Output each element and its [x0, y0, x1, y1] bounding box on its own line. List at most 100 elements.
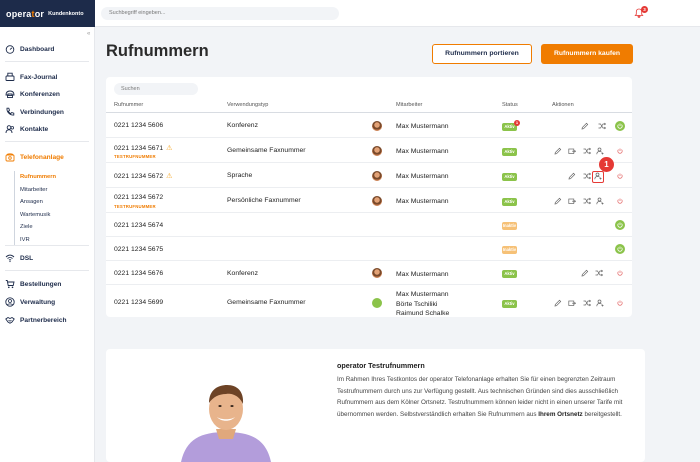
status-notice-badge[interactable]: 1 [514, 120, 520, 126]
table-row[interactable]: 0221 1234 5671 ⚠ TESTRUFNUMMER Gemeinsame… [106, 138, 632, 163]
forward-icon[interactable] [583, 197, 591, 205]
row-number: 0221 1234 5675 [114, 246, 164, 253]
fax-icon [5, 72, 15, 81]
buy-numbers-button[interactable]: Rufnummern kaufen [541, 44, 633, 64]
row-type: Gemeinsame Faxnummer [227, 147, 306, 154]
avatar [372, 196, 382, 206]
test-number-tag: TESTRUFNUMMER [114, 204, 156, 209]
sidebar-item-fax-journal[interactable]: Fax-Journal [5, 72, 57, 82]
row-type: Sprache [227, 172, 253, 179]
row-employee: Max Mustermann [396, 198, 449, 205]
test-numbers-info-card: operator Testrufnummern Im Rahmen Ihres … [106, 349, 645, 462]
status-badge: Aktiv [502, 300, 517, 308]
status-badge: Aktiv [502, 173, 517, 181]
sidebar-item-dsl[interactable]: DSL [5, 253, 33, 263]
power-on-icon[interactable] [615, 220, 625, 230]
row-number: 0221 1234 5676 [114, 270, 164, 277]
row-employee: Max Mustermann [396, 173, 449, 180]
edit-icon[interactable] [568, 172, 576, 180]
phone-system-icon [5, 153, 15, 162]
column-header-status[interactable]: Status [502, 102, 518, 108]
submenu-item-rufnummern[interactable]: Rufnummern [20, 171, 56, 184]
assign-user-icon[interactable] [596, 147, 604, 155]
sidebar-item-partnerbereich[interactable]: Partnerbereich [5, 315, 67, 325]
sidebar: « Dashboard Fax-Journal Konferenzen Verb… [0, 27, 95, 462]
fax-forward-icon[interactable] [568, 147, 576, 155]
status-badge: Aktiv [502, 198, 517, 206]
table-row[interactable]: 0221 1234 5674 Inaktiv [106, 213, 632, 237]
page-title: Rufnummern [106, 42, 209, 60]
power-off-icon[interactable] [615, 268, 625, 278]
edit-icon[interactable] [554, 147, 562, 155]
dashboard-icon [5, 45, 15, 54]
table-row[interactable]: 0221 1234 5699 Gemeinsame Faxnummer Max … [106, 285, 632, 317]
sidebar-item-dashboard[interactable]: Dashboard [5, 44, 54, 54]
table-row[interactable]: 0221 1234 5676 Konferenz Max Mustermann … [106, 261, 632, 285]
fax-forward-icon[interactable] [568, 299, 576, 307]
forward-icon[interactable] [583, 147, 591, 155]
column-header-employee[interactable]: Mitarbeiter [396, 102, 422, 108]
edit-icon[interactable] [581, 269, 589, 277]
submenu-item-ansagen[interactable]: Ansagen [20, 196, 56, 209]
row-number: 0221 1234 5671 ⚠ [114, 145, 173, 152]
sidebar-item-verwaltung[interactable]: Verwaltung [5, 297, 55, 307]
divider [5, 270, 89, 271]
avatar [372, 146, 382, 156]
edit-icon[interactable] [554, 197, 562, 205]
port-numbers-button[interactable]: Rufnummern portieren [432, 44, 532, 64]
avatar [372, 171, 382, 181]
sidebar-item-verbindungen[interactable]: Verbindungen [5, 107, 64, 117]
table-row[interactable]: 0221 1234 5672 TESTRUFNUMMER Persönliche… [106, 188, 632, 213]
group-avatar [372, 298, 382, 308]
submenu-item-ziele[interactable]: Ziele [20, 221, 56, 234]
brand-subtitle: Kundenkonto [48, 10, 84, 17]
notification-badge: 3 [641, 6, 648, 13]
row-type: Gemeinsame Faxnummer [227, 299, 306, 306]
power-on-icon[interactable] [615, 121, 625, 131]
assign-user-icon[interactable] [596, 197, 604, 205]
brand[interactable]: operator Kundenkonto [0, 0, 95, 27]
contacts-icon [5, 125, 14, 134]
power-on-icon[interactable] [615, 244, 625, 254]
row-type: Persönliche Faxnummer [227, 197, 301, 204]
brand-logo: operator [6, 8, 45, 19]
power-off-icon[interactable] [615, 298, 625, 308]
forward-icon[interactable] [583, 299, 591, 307]
highlighted-assign-user-button[interactable] [592, 171, 604, 183]
power-off-icon[interactable] [615, 171, 625, 181]
forward-icon[interactable] [583, 172, 591, 180]
row-employee: Max Mustermann [396, 271, 449, 278]
sidebar-item-kontakte[interactable]: Kontakte [5, 124, 48, 134]
table-search-input[interactable]: Suchen [114, 83, 198, 95]
avatar [372, 268, 382, 278]
phone-icon [6, 107, 15, 116]
assign-user-icon[interactable] [596, 299, 604, 307]
row-employee: Max Mustermann [396, 123, 449, 130]
global-search-input[interactable]: Suchbegriff eingeben... [101, 7, 339, 20]
info-text: Im Rahmen Ihres Testkontos der operator … [337, 376, 623, 418]
power-off-icon[interactable] [615, 146, 625, 156]
sidebar-item-konferenzen[interactable]: Konferenzen [5, 89, 60, 99]
submenu-item-mitarbeiter[interactable]: Mitarbeiter [20, 184, 56, 197]
sidebar-item-bestellungen[interactable]: Bestellungen [5, 279, 61, 289]
sidebar-item-telefonanlage[interactable]: Telefonanlage [5, 152, 64, 162]
status-badge: Aktiv [502, 148, 517, 156]
row-number: 0221 1234 5672 ⚠ [114, 173, 173, 180]
fax-forward-icon[interactable] [568, 197, 576, 205]
edit-icon[interactable] [581, 122, 589, 130]
table-row[interactable]: 0221 1234 5672 ⚠ Sprache Max Mustermann A… [106, 163, 632, 188]
column-header-number[interactable]: Rufnummer [114, 102, 143, 108]
top-bar: operator Kundenkonto Suchbegriff eingebe… [0, 0, 700, 27]
submenu-item-wartemusik[interactable]: Wartemusik [20, 209, 56, 222]
forward-icon[interactable] [595, 269, 603, 277]
column-header-actions: Aktionen [552, 102, 574, 108]
column-header-type[interactable]: Verwendungstyp [227, 102, 268, 108]
table-row[interactable]: 0221 1234 5675 Inaktiv [106, 237, 632, 261]
edit-icon[interactable] [554, 299, 562, 307]
forward-icon[interactable] [598, 122, 606, 130]
handshake-icon [5, 316, 15, 324]
table-row[interactable]: 0221 1234 5606 Konferenz Max Mustermann … [106, 113, 632, 138]
step-marker: 1 [599, 157, 614, 172]
power-off-icon[interactable] [615, 196, 625, 206]
collapse-sidebar-icon[interactable]: « [87, 31, 90, 37]
